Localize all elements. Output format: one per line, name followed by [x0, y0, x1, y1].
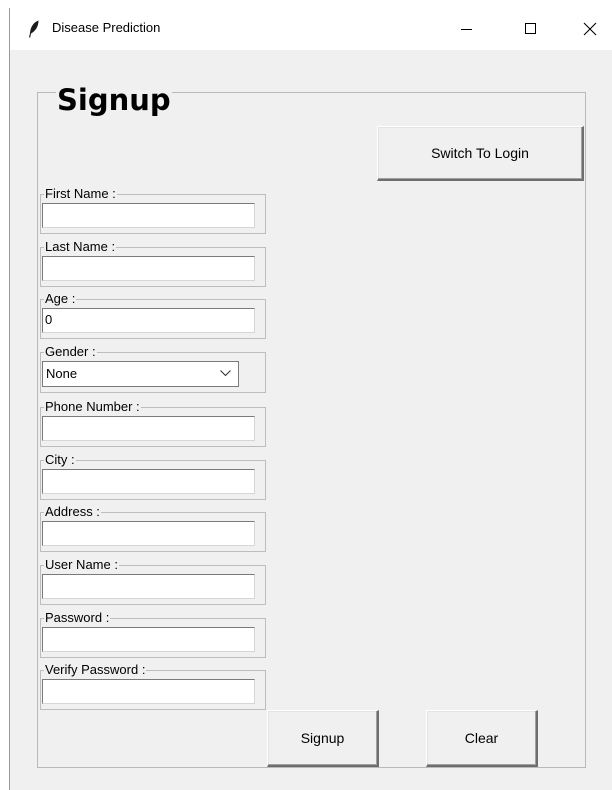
maximize-button[interactable]: [508, 8, 554, 50]
gender-select[interactable]: None: [42, 361, 239, 387]
last-name-label: Last Name :: [44, 239, 117, 255]
window-title: Disease Prediction: [52, 20, 161, 35]
phone-number-group: Phone Number :: [40, 399, 266, 447]
verify-password-input[interactable]: [42, 679, 255, 704]
age-input[interactable]: 0: [42, 308, 255, 333]
password-label: Password :: [44, 610, 111, 626]
maximize-icon: [525, 23, 536, 34]
phone-number-input[interactable]: [42, 416, 255, 441]
first-name-input[interactable]: [42, 203, 255, 228]
verify-password-group: Verify Password :: [40, 662, 266, 710]
feather-icon: [28, 20, 40, 38]
chevron-down-icon: [220, 370, 231, 377]
verify-password-label: Verify Password :: [44, 662, 147, 678]
switch-to-login-button[interactable]: Switch To Login: [377, 126, 584, 181]
password-group: Password :: [40, 610, 266, 658]
close-icon: [583, 22, 597, 36]
address-group: Address :: [40, 504, 266, 552]
last-name-input[interactable]: [42, 256, 255, 281]
first-name-label: First Name :: [44, 186, 117, 202]
user-name-group: User Name :: [40, 557, 266, 605]
title-bar[interactable]: Disease Prediction: [10, 8, 612, 50]
gender-group: Gender : None: [40, 344, 266, 393]
last-name-group: Last Name :: [40, 239, 266, 287]
city-input[interactable]: [42, 469, 255, 494]
user-name-input[interactable]: [42, 574, 255, 599]
signup-heading: Signup: [56, 82, 172, 118]
password-input[interactable]: [42, 627, 255, 652]
signup-button[interactable]: Signup: [267, 710, 379, 767]
address-label: Address :: [44, 504, 101, 520]
user-name-label: User Name :: [44, 557, 119, 573]
clear-button[interactable]: Clear: [426, 710, 538, 767]
first-name-group: First Name :: [40, 186, 266, 234]
age-group: Age : 0: [40, 291, 266, 339]
age-label: Age :: [44, 291, 77, 307]
gender-value: None: [46, 366, 78, 381]
address-input[interactable]: [42, 521, 255, 546]
minimize-button[interactable]: [444, 8, 490, 50]
close-button[interactable]: [567, 8, 612, 50]
city-label: City :: [44, 452, 76, 468]
minimize-icon: [461, 29, 472, 30]
gender-label: Gender :: [44, 344, 97, 360]
city-group: City :: [40, 452, 266, 500]
phone-number-label: Phone Number :: [44, 399, 141, 415]
